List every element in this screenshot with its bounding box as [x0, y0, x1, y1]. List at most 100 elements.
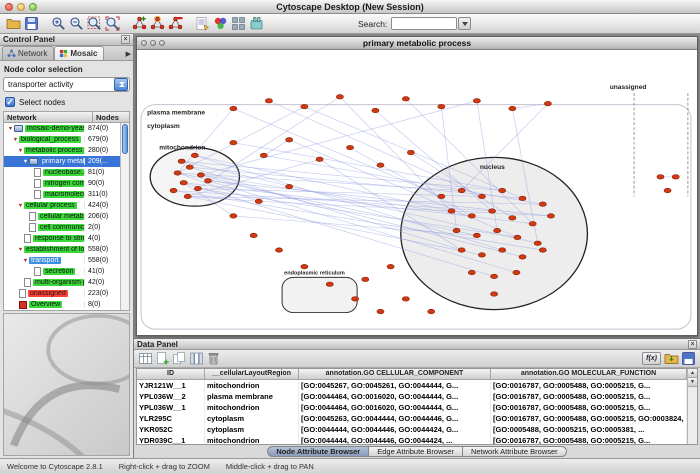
- network-node[interactable]: [346, 145, 353, 149]
- window-titlebar[interactable]: Cytoscape Desktop (New Session): [0, 0, 700, 14]
- network-node[interactable]: [204, 179, 211, 183]
- network-node[interactable]: [352, 297, 359, 301]
- network-node[interactable]: [316, 157, 323, 161]
- expander-icon[interactable]: ▼: [7, 126, 14, 132]
- tab-network[interactable]: Network: [2, 46, 54, 60]
- tree-row[interactable]: multi-organism pro...42(0): [4, 277, 120, 288]
- scroll-down-icon[interactable]: ▼: [688, 378, 697, 387]
- network-node[interactable]: [407, 150, 414, 154]
- tree-row[interactable]: nitrogen compo...90(0): [4, 178, 120, 189]
- tab-node-attribute-browser[interactable]: Node Attribute Browser: [267, 446, 369, 457]
- network-node[interactable]: [519, 255, 526, 259]
- network-view-titlebar[interactable]: primary metabolic process: [137, 37, 697, 50]
- network-node[interactable]: [402, 297, 409, 301]
- hide-selected-icon[interactable]: [167, 15, 184, 32]
- network-node[interactable]: [534, 241, 541, 245]
- table-scrollbar[interactable]: ▲ ▼: [687, 369, 697, 444]
- tree-row[interactable]: ▼primary metabo...209(...: [4, 156, 120, 167]
- frame-zoom-button[interactable]: [159, 40, 165, 46]
- select-attributes-icon[interactable]: [137, 351, 153, 367]
- network-node[interactable]: [478, 194, 485, 198]
- tree-row[interactable]: cell communicat...2(0): [4, 222, 120, 233]
- nodes-column-header[interactable]: Nodes: [93, 112, 129, 122]
- data-panel-close-icon[interactable]: ×: [688, 340, 697, 349]
- delete-attribute-icon[interactable]: [205, 351, 221, 367]
- network-node[interactable]: [301, 104, 308, 108]
- import-attributes-icon[interactable]: [663, 351, 679, 367]
- tab-network-attribute-browser[interactable]: Network Attribute Browser: [463, 446, 567, 457]
- network-node[interactable]: [194, 186, 201, 190]
- network-node[interactable]: [230, 140, 237, 144]
- tree-row[interactable]: secretion41(0): [4, 266, 120, 277]
- network-node[interactable]: [468, 214, 475, 218]
- tab-mosaic[interactable]: Mosaic: [54, 46, 104, 60]
- network-node[interactable]: [473, 99, 480, 103]
- network-node[interactable]: [509, 216, 516, 220]
- node-color-dropdown[interactable]: transporter activity: [3, 77, 130, 92]
- select-nodes-row[interactable]: ✓ Select nodes: [5, 97, 130, 107]
- network-node[interactable]: [547, 214, 554, 218]
- minimize-window-button[interactable]: [17, 3, 25, 11]
- search-options-arrow[interactable]: [458, 17, 471, 30]
- network-node[interactable]: [326, 282, 333, 286]
- network-node[interactable]: [362, 277, 369, 281]
- network-node[interactable]: [458, 248, 465, 252]
- tree-row[interactable]: ▼transport558(0): [4, 255, 120, 266]
- network-node[interactable]: [664, 188, 671, 192]
- tree-row[interactable]: ▼cellular process424(0): [4, 200, 120, 211]
- zoom-out-icon[interactable]: [68, 15, 85, 32]
- network-node[interactable]: [286, 138, 293, 142]
- network-node[interactable]: [499, 188, 506, 192]
- network-node[interactable]: [499, 248, 506, 252]
- network-node[interactable]: [448, 209, 455, 213]
- network-node[interactable]: [672, 175, 679, 179]
- network-node[interactable]: [230, 214, 237, 218]
- network-node[interactable]: [301, 264, 308, 268]
- network-node[interactable]: [491, 274, 498, 278]
- network-column-header[interactable]: Network: [4, 112, 93, 122]
- table-row[interactable]: YPL036W__1mitochondrion[GO:0044464, GO:0…: [137, 402, 687, 413]
- expander-icon[interactable]: ▼: [22, 159, 29, 165]
- export-attributes-icon[interactable]: [680, 351, 696, 367]
- network-node[interactable]: [494, 228, 501, 232]
- network-node[interactable]: [491, 292, 498, 296]
- network-node[interactable]: [514, 235, 521, 239]
- tree-row[interactable]: ▼establishment of lo...558(0): [4, 244, 120, 255]
- scroll-up-icon[interactable]: ▲: [688, 369, 697, 378]
- network-node[interactable]: [438, 194, 445, 198]
- tree-row[interactable]: ▼biological_process679(0): [4, 134, 120, 145]
- tabs-overflow-arrow[interactable]: ▶: [126, 50, 131, 60]
- table-row[interactable]: YJR121W__1mitochondrion[GO:0045267, GO:0…: [137, 380, 687, 391]
- tree-row[interactable]: nucleobase...81(0): [4, 167, 120, 178]
- select-nodes-checkbox[interactable]: ✓: [5, 97, 15, 107]
- zoom-window-button[interactable]: [29, 3, 37, 11]
- zoom-selected-icon[interactable]: [86, 15, 103, 32]
- network-overview-thumbnail[interactable]: [3, 313, 130, 456]
- attribute-function-button[interactable]: f(x): [642, 352, 661, 365]
- tree-row[interactable]: Overview8(0): [4, 299, 120, 310]
- network-node[interactable]: [539, 202, 546, 206]
- network-node[interactable]: [489, 209, 496, 213]
- column-header[interactable]: __cellularLayoutRegion: [205, 369, 299, 379]
- tree-row[interactable]: response to stimul...4(0): [4, 233, 120, 244]
- network-node[interactable]: [186, 165, 193, 169]
- network-node[interactable]: [473, 233, 480, 237]
- tree-row[interactable]: unassigned223(0): [4, 288, 120, 299]
- table-row[interactable]: YDR039C__1mitochondrion[GO:0044444, GO:0…: [137, 435, 687, 445]
- new-network-icon[interactable]: [131, 15, 148, 32]
- tree-row[interactable]: macromolecule...311(0): [4, 189, 120, 200]
- network-node[interactable]: [265, 99, 272, 103]
- network-node[interactable]: [178, 159, 185, 163]
- network-node[interactable]: [174, 171, 181, 175]
- network-node[interactable]: [519, 196, 526, 200]
- network-node[interactable]: [260, 153, 267, 157]
- control-panel-close-icon[interactable]: ×: [121, 35, 130, 44]
- zoom-in-icon[interactable]: [50, 15, 67, 32]
- table-row[interactable]: YPL036W__2plasma membrane[GO:0044464, GO…: [137, 391, 687, 402]
- columns-icon[interactable]: [188, 351, 204, 367]
- column-header[interactable]: ID: [137, 369, 205, 379]
- network-node[interactable]: [657, 175, 664, 179]
- network-node[interactable]: [478, 253, 485, 257]
- tree-row[interactable]: ▼metabolic process280(0): [4, 145, 120, 156]
- create-attribute-icon[interactable]: [154, 351, 170, 367]
